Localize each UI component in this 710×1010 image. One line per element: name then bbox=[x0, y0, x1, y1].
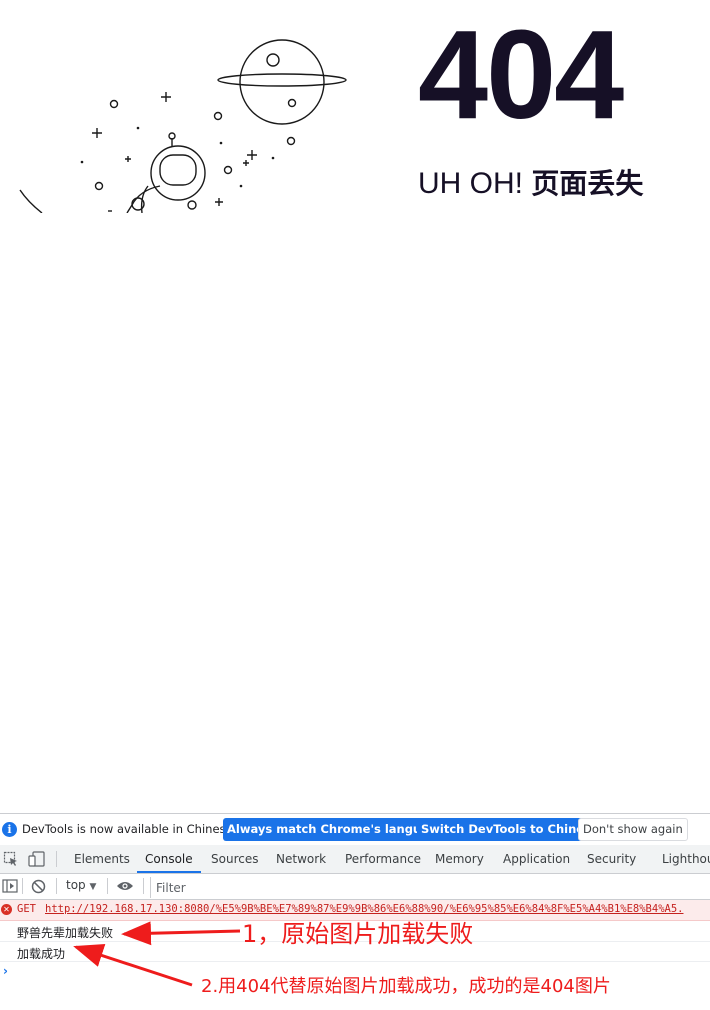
console-prompt-caret[interactable]: › bbox=[3, 964, 8, 978]
subtitle-cn: 页面丢失 bbox=[531, 167, 644, 200]
tab-elements[interactable]: Elements bbox=[74, 845, 130, 873]
astronaut-space-illustration bbox=[19, 39, 347, 213]
tab-memory[interactable]: Memory bbox=[435, 845, 484, 873]
console-filter-input[interactable] bbox=[150, 877, 698, 898]
error-code-heading: 404 bbox=[418, 4, 624, 145]
tab-security[interactable]: Security bbox=[587, 845, 636, 873]
tab-lighthouse[interactable]: Lighthou bbox=[662, 845, 710, 873]
info-icon: i bbox=[2, 822, 17, 837]
tab-application[interactable]: Application bbox=[503, 845, 570, 873]
subtitle-en: UH OH! bbox=[418, 167, 523, 200]
match-language-button[interactable]: Always match Chrome's language bbox=[223, 818, 449, 841]
error-icon: ✕ bbox=[1, 904, 12, 915]
language-infobar: i DevTools is now available in Chinese! … bbox=[0, 814, 710, 846]
sidebar-toggle-icon[interactable] bbox=[2, 879, 18, 893]
console-toolbar: top ▼ bbox=[0, 874, 710, 900]
annotation-note-1: 1，原始图片加载失败 bbox=[242, 920, 474, 948]
log-message-load-success: 加载成功 bbox=[17, 947, 66, 961]
devtools-tabbar: Elements Console Sources Network Perform… bbox=[0, 845, 710, 874]
inspect-element-icon[interactable] bbox=[3, 851, 19, 867]
tab-performance[interactable]: Performance bbox=[345, 845, 421, 873]
astronaut-icon bbox=[126, 132, 206, 213]
context-selector[interactable]: top ▼ bbox=[66, 878, 96, 892]
infobar-message: DevTools is now available in Chinese! bbox=[22, 822, 238, 836]
tab-network[interactable]: Network bbox=[276, 845, 326, 873]
earth-edge bbox=[19, 189, 43, 213]
device-toolbar-icon[interactable] bbox=[28, 851, 46, 867]
page-lost-subtitle: UH OH! 页面丢失 bbox=[418, 166, 643, 202]
request-method: GET bbox=[17, 903, 36, 915]
live-expression-eye-icon[interactable] bbox=[116, 880, 134, 892]
chevron-down-icon: ▼ bbox=[89, 882, 97, 892]
context-value: top bbox=[66, 878, 86, 892]
page-area: 404 UH OH! 页面丢失 bbox=[0, 0, 710, 813]
tab-console[interactable]: Console bbox=[137, 845, 201, 873]
annotation-note-2: 2.用404代替原始图片加载成功，成功的是404图片 bbox=[201, 976, 611, 997]
log-message-load-failed: 野兽先辈加载失败 bbox=[17, 926, 114, 940]
switch-to-chinese-button[interactable]: Switch DevTools to Chinese bbox=[417, 818, 603, 841]
dont-show-again-button[interactable]: Don't show again bbox=[578, 818, 688, 841]
planet-icon bbox=[217, 39, 347, 125]
tab-sources[interactable]: Sources bbox=[211, 845, 258, 873]
clear-console-icon[interactable] bbox=[31, 879, 46, 894]
